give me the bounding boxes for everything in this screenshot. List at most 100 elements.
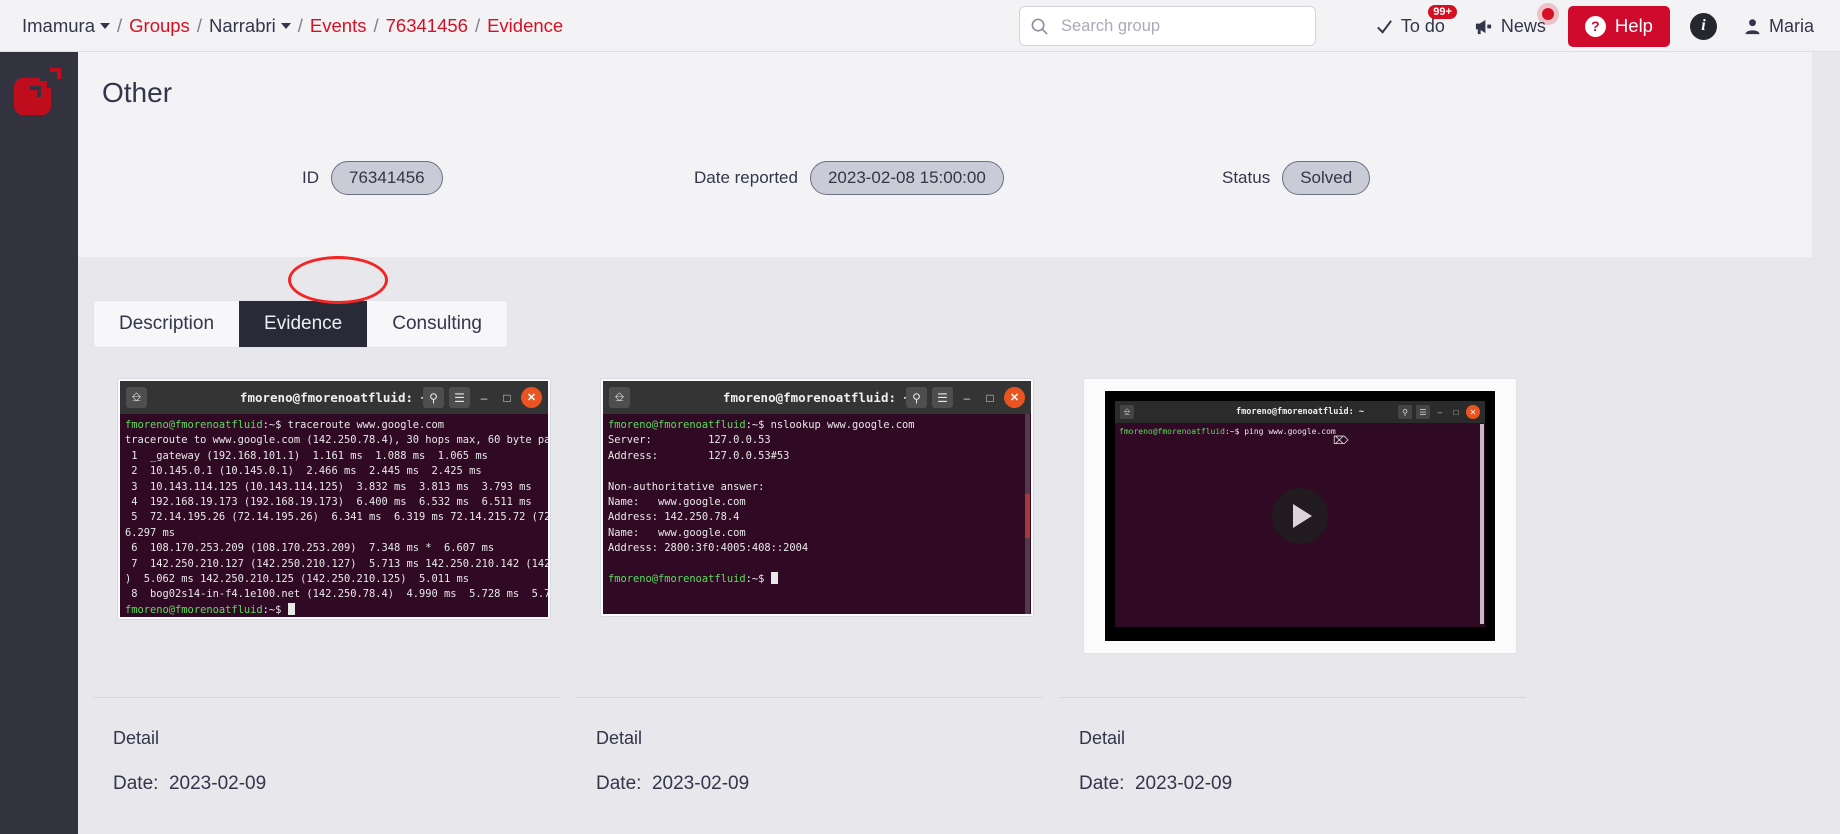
- close-icon: ✕: [1466, 405, 1480, 419]
- text-cursor-icon: ⌦: [1333, 435, 1349, 447]
- new-tab-icon[interactable]: ⎒: [126, 387, 147, 408]
- page-title: Other: [102, 77, 173, 108]
- terminal-cursor: [287, 602, 295, 615]
- terminal-line: 7 142.250.210.127 (142.250.210.127) 5.71…: [131, 557, 548, 570]
- terminal-titlebar: ⎒ fmoreno@fmorenoatfluid: ~ ⚲ ☰ – □ ✕: [603, 381, 1031, 414]
- detail-date-label: Date:: [596, 773, 642, 794]
- terminal-output: fmoreno@fmorenoatfluid:~$ nslookup www.g…: [603, 414, 1031, 614]
- breadcrumb-item-narrabri[interactable]: Narrabri: [209, 15, 291, 37]
- breadcrumb-item-event-id[interactable]: 76341456: [386, 15, 468, 37]
- terminal-line: Name: www.google.com: [608, 526, 746, 539]
- terminal-menu-icon[interactable]: ☰: [932, 387, 953, 408]
- maximize-icon[interactable]: □: [981, 387, 999, 408]
- detail-date: Date: 2023-02-09: [113, 773, 556, 795]
- terminal-line: 4 192.168.19.173 (192.168.19.173) 6.400 …: [125, 496, 532, 509]
- todo-button[interactable]: To do 99+: [1361, 0, 1459, 52]
- detail-label: Detail: [596, 728, 643, 748]
- breadcrumb-label: Imamura: [22, 14, 95, 36]
- terminal-line: traceroute to www.google.com (142.250.78…: [125, 434, 548, 447]
- terminal-screenshot-nslookup[interactable]: ⎒ fmoreno@fmorenoatfluid: ~ ⚲ ☰ – □ ✕ fm…: [600, 378, 1034, 617]
- detail-label: Detail: [113, 728, 160, 748]
- chevron-down-icon: [100, 22, 110, 29]
- minimize-icon: –: [1437, 407, 1443, 417]
- search-icon: [1031, 18, 1048, 35]
- megaphone-icon: [1475, 19, 1492, 34]
- logo-bracket-inner: [30, 86, 41, 97]
- breadcrumb-separator: /: [297, 14, 303, 36]
- breadcrumb-separator: /: [117, 14, 123, 36]
- terminal-prompt: fmoreno@fmorenoatfluid: [608, 419, 746, 431]
- detail-section-3: Detail Date: 2023-02-09: [1059, 697, 1542, 795]
- terminal-scrollbar: [1480, 424, 1484, 624]
- terminal-menu-icon: ☰: [1416, 405, 1430, 419]
- breadcrumb-item-evidence[interactable]: Evidence: [487, 15, 563, 37]
- meta-status-label: Status: [1222, 168, 1271, 187]
- maximize-icon: □: [1453, 407, 1459, 417]
- minimize-icon[interactable]: –: [475, 387, 493, 408]
- terminal-search-icon: ⚲: [1398, 405, 1412, 419]
- minimize-icon[interactable]: –: [958, 387, 976, 408]
- terminal-cursor: [770, 572, 778, 585]
- breadcrumb-separator: /: [196, 14, 202, 36]
- meta-date-reported: Date reported 2023-02-08 15:00:00: [694, 161, 1004, 195]
- chevron-down-icon: [280, 22, 291, 29]
- maximize-icon[interactable]: □: [498, 387, 516, 408]
- help-button[interactable]: ? Help: [1567, 5, 1670, 47]
- left-sidebar: [0, 52, 78, 834]
- top-bar: Imamura / Groups / Narrabri / Events / 7…: [0, 0, 1840, 52]
- news-button[interactable]: News: [1459, 0, 1560, 52]
- close-icon[interactable]: ✕: [521, 387, 542, 408]
- video-evidence-card[interactable]: ⎒ fmoreno@fmorenoatfluid: ~ ⚲ ☰ – □ ✕ ⌦ …: [1083, 378, 1517, 654]
- evidence-item-3: ⎒ fmoreno@fmorenoatfluid: ~ ⚲ ☰ – □ ✕ ⌦ …: [1059, 372, 1541, 654]
- new-tab-icon[interactable]: ⎒: [609, 387, 630, 408]
- terminal-line: Name: www.google.com: [608, 496, 746, 509]
- video-terminal-titlebar: ⎒ fmoreno@fmorenoatfluid: ~ ⚲ ☰ – □ ✕: [1115, 401, 1485, 423]
- question-mark-icon: ?: [1584, 15, 1606, 37]
- tab-consulting[interactable]: Consulting: [367, 301, 507, 347]
- terminal-line: 2 10.145.0.1 (10.145.0.1) 2.466 ms 2.445…: [125, 465, 482, 478]
- terminal-menu-icon[interactable]: ☰: [449, 387, 470, 408]
- terminal-prompt: fmoreno@fmorenoatfluid: [125, 419, 263, 431]
- terminal-end-prompt: fmoreno@fmorenoatfluid: [608, 573, 746, 586]
- meta-date-label: Date reported: [694, 168, 798, 187]
- breadcrumb-separator: /: [373, 14, 379, 36]
- check-icon: [1377, 19, 1392, 34]
- tab-bar: Description Evidence Consulting: [93, 300, 508, 348]
- breadcrumb-item-events[interactable]: Events: [310, 15, 367, 37]
- close-icon[interactable]: ✕: [1004, 387, 1025, 408]
- search-box[interactable]: [1019, 6, 1316, 46]
- detail-section-2: Detail Date: 2023-02-09: [576, 697, 1059, 795]
- breadcrumb-item-imamura[interactable]: Imamura: [22, 15, 110, 37]
- terminal-end-prompt: fmoreno@fmorenoatfluid: [125, 603, 263, 616]
- terminal-search-icon[interactable]: ⚲: [423, 387, 444, 408]
- play-icon[interactable]: [1272, 488, 1328, 544]
- tab-evidence[interactable]: Evidence: [239, 301, 368, 347]
- terminal-output: fmoreno@fmorenoatfluid:~$ traceroute www…: [120, 414, 548, 617]
- app-logo[interactable]: [14, 68, 61, 115]
- info-icon[interactable]: i: [1689, 12, 1717, 40]
- news-label: News: [1500, 15, 1546, 36]
- terminal-line: 3 10.143.114.125 (10.143.114.125) 3.832 …: [125, 480, 532, 493]
- user-name: Maria: [1768, 15, 1814, 36]
- user-menu[interactable]: Maria: [1729, 0, 1840, 52]
- terminal-screenshot-traceroute[interactable]: ⎒ fmoreno@fmorenoatfluid: ~ ⚲ ☰ – □ ✕ fm…: [117, 378, 551, 620]
- tab-description[interactable]: Description: [94, 301, 240, 347]
- detail-date-value: 2023-02-09: [168, 773, 267, 794]
- logo-bracket-outer: [50, 68, 61, 79]
- video-thumbnail[interactable]: ⎒ fmoreno@fmorenoatfluid: ~ ⚲ ☰ – □ ✕ ⌦ …: [1105, 391, 1495, 641]
- meta-id-label: ID: [302, 168, 319, 187]
- terminal-line: Server: 127.0.0.53: [608, 434, 771, 447]
- meta-date-value: 2023-02-08 15:00:00: [809, 161, 1004, 195]
- event-header-card: Other ID 76341456 Date reported 2023-02-…: [78, 52, 1812, 257]
- terminal-titlebar: ⎒ fmoreno@fmorenoatfluid: ~ ⚲ ☰ – □ ✕: [120, 381, 548, 414]
- detail-date: Date: 2023-02-09: [596, 773, 1039, 795]
- terminal-line: 5 72.14.195.26 (72.14.195.26) 6.341 ms 6…: [131, 511, 548, 524]
- terminal-search-icon[interactable]: ⚲: [906, 387, 927, 408]
- evidence-grid: ⎒ fmoreno@fmorenoatfluid: ~ ⚲ ☰ – □ ✕ fm…: [93, 372, 1827, 654]
- evidence-item-1: ⎒ fmoreno@fmorenoatfluid: ~ ⚲ ☰ – □ ✕ fm…: [93, 372, 575, 647]
- terminal-scrollbar-marker: [1025, 494, 1030, 538]
- breadcrumb: Imamura / Groups / Narrabri / Events / 7…: [22, 15, 563, 37]
- evidence-item-2: ⎒ fmoreno@fmorenoatfluid: ~ ⚲ ☰ – □ ✕ fm…: [576, 372, 1058, 647]
- search-input[interactable]: [1061, 16, 1291, 36]
- breadcrumb-item-groups[interactable]: Groups: [129, 15, 190, 37]
